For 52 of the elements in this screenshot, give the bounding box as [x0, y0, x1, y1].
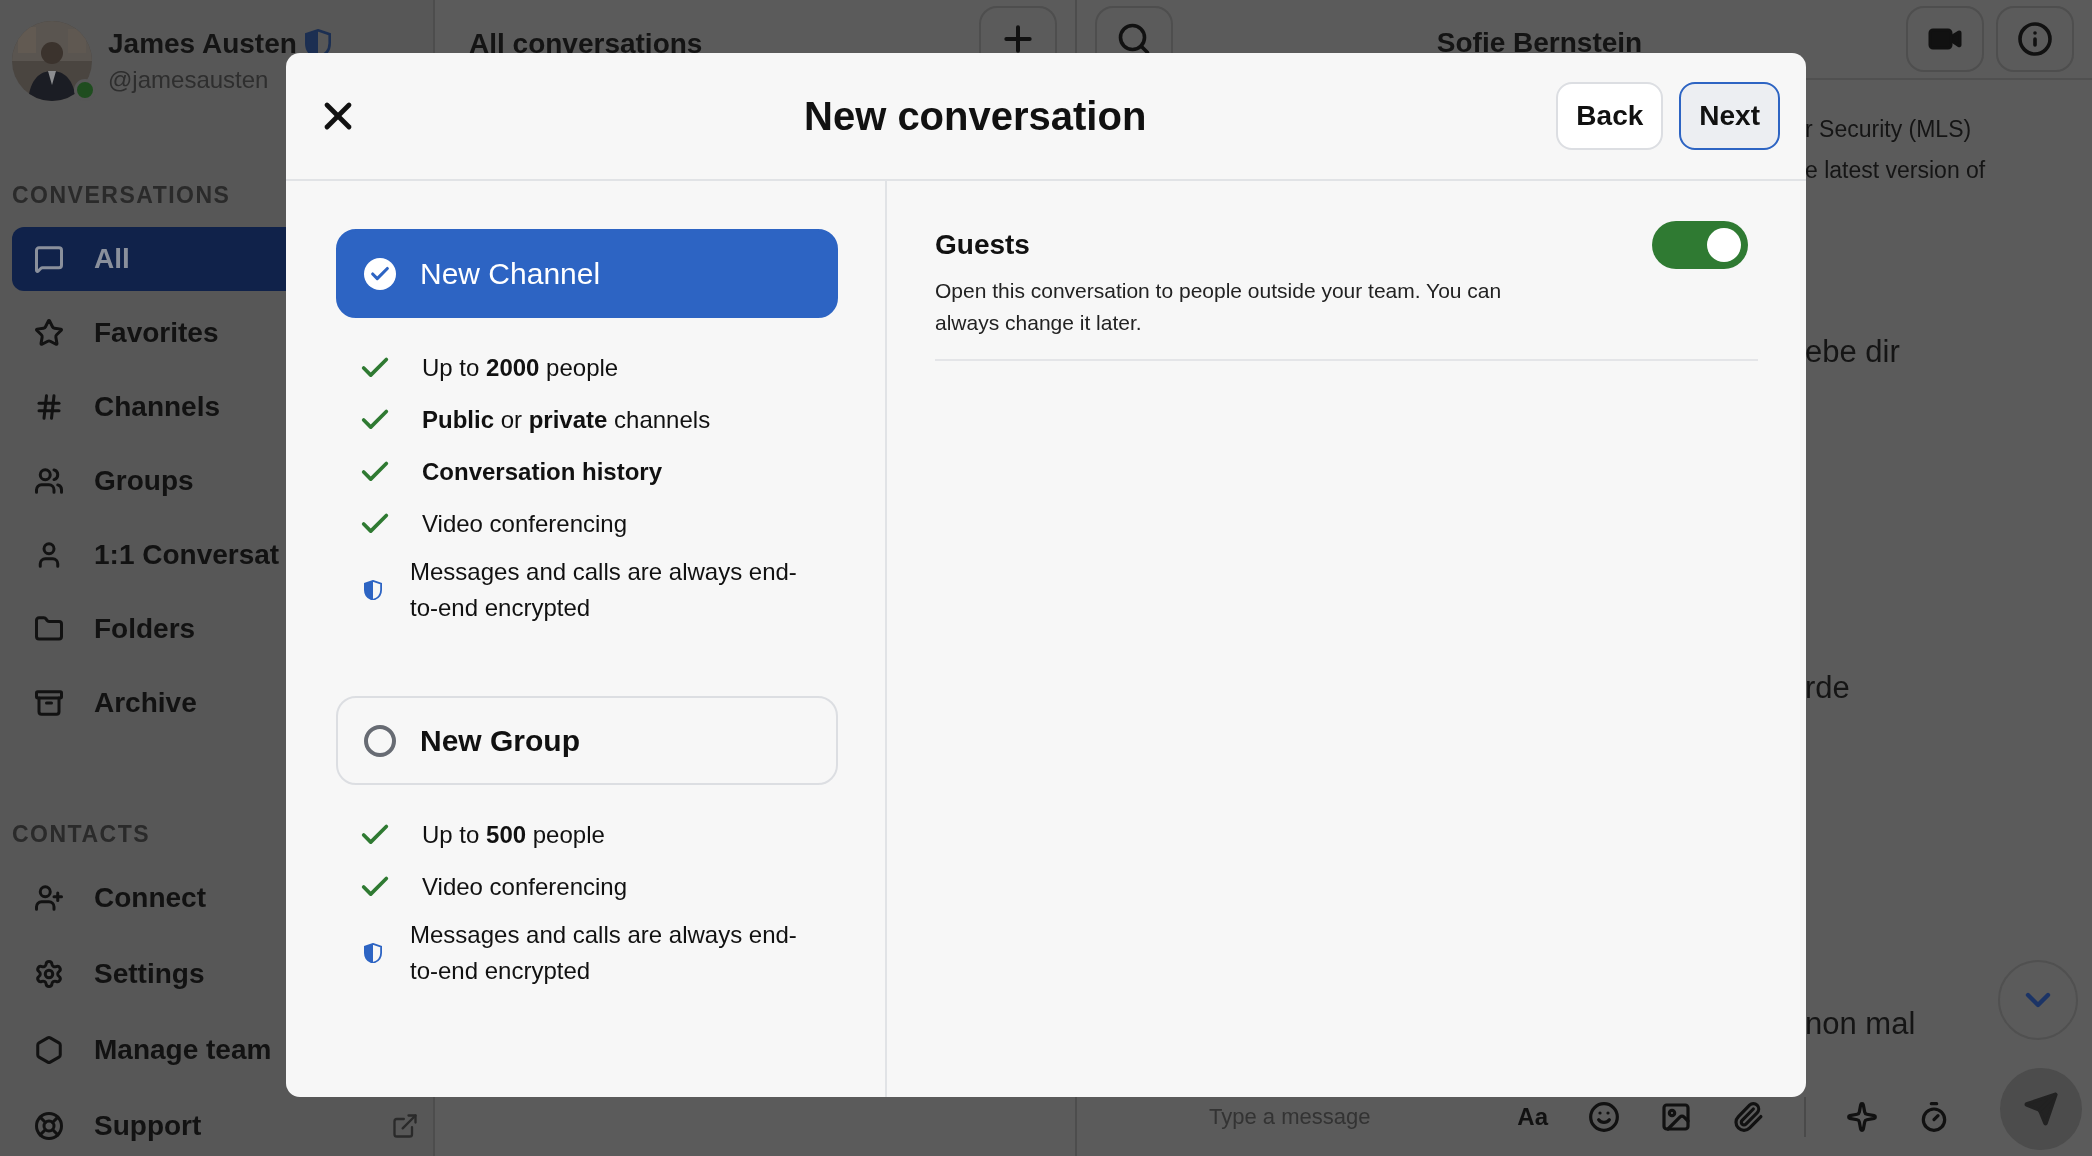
archive-icon [34, 688, 64, 718]
image-icon [1660, 1101, 1692, 1133]
video-call-button[interactable] [1906, 6, 1984, 72]
feature-text: Video conferencing [422, 509, 629, 539]
nav-item[interactable]: Manage team [12, 1018, 433, 1082]
smiley-icon [1588, 1101, 1620, 1133]
back-button[interactable]: Back [1556, 82, 1664, 150]
next-button[interactable]: Next [1679, 82, 1780, 150]
message-text: rde [1805, 670, 1851, 706]
people-icon [34, 466, 64, 496]
guests-toggle[interactable] [1652, 221, 1748, 269]
image-button[interactable] [1660, 1101, 1692, 1133]
feature-text: Video conferencing [422, 872, 629, 902]
message-text: non mal [1805, 1006, 1917, 1042]
send-icon [2023, 1091, 2059, 1127]
info-button[interactable] [1996, 6, 2074, 72]
feature-text: Up to 2000 people [422, 353, 620, 383]
option-card[interactable]: New Channel [336, 229, 838, 318]
folder-icon [34, 614, 64, 644]
message-text: ebe dir [1805, 334, 1901, 370]
attach-button[interactable] [1732, 1101, 1764, 1133]
chat-bubble-icon [34, 244, 64, 274]
option-card[interactable]: New Group [336, 696, 838, 785]
system-message: r Security (MLS) [1805, 116, 1973, 143]
feature-text: Up to 500 people [422, 820, 606, 850]
nav-item[interactable]: Support [12, 1094, 433, 1156]
info-icon [2017, 21, 2053, 57]
settings-icon [34, 959, 64, 989]
radio-icon [364, 724, 396, 757]
sparkle-icon [1846, 1101, 1878, 1133]
chat-title: Sofie Bernstein [1435, 26, 1644, 59]
external-link-icon [391, 1112, 419, 1140]
star-icon [34, 318, 64, 348]
setting-description: Open this conversation to people outside your team. You can always change it later. [935, 278, 1503, 336]
user-name: James Austen [108, 28, 297, 60]
format-button[interactable]: Aa [1517, 1103, 1548, 1131]
feature-text: Public or private channels [422, 405, 712, 435]
emoji-button[interactable] [1588, 1101, 1620, 1133]
dialog-title: New conversation [803, 93, 1148, 139]
lifebuoy-icon [34, 1111, 64, 1141]
system-message: e latest version of [1805, 157, 1987, 184]
add-person-icon [34, 883, 64, 913]
hexagon-icon [34, 1035, 64, 1065]
feature-text: Conversation history [422, 457, 664, 487]
shield-icon [364, 579, 382, 601]
setting-label: Guests [935, 229, 1030, 261]
feature-text: Messages and calls are always end-to-end encrypted [410, 920, 798, 986]
list-title: All conversations [468, 27, 704, 60]
paperclip-icon [1732, 1101, 1764, 1133]
feature-text: Messages and calls are always end-to-end encrypted [410, 557, 798, 623]
ping-button[interactable] [1846, 1101, 1878, 1133]
shield-icon [364, 942, 382, 964]
